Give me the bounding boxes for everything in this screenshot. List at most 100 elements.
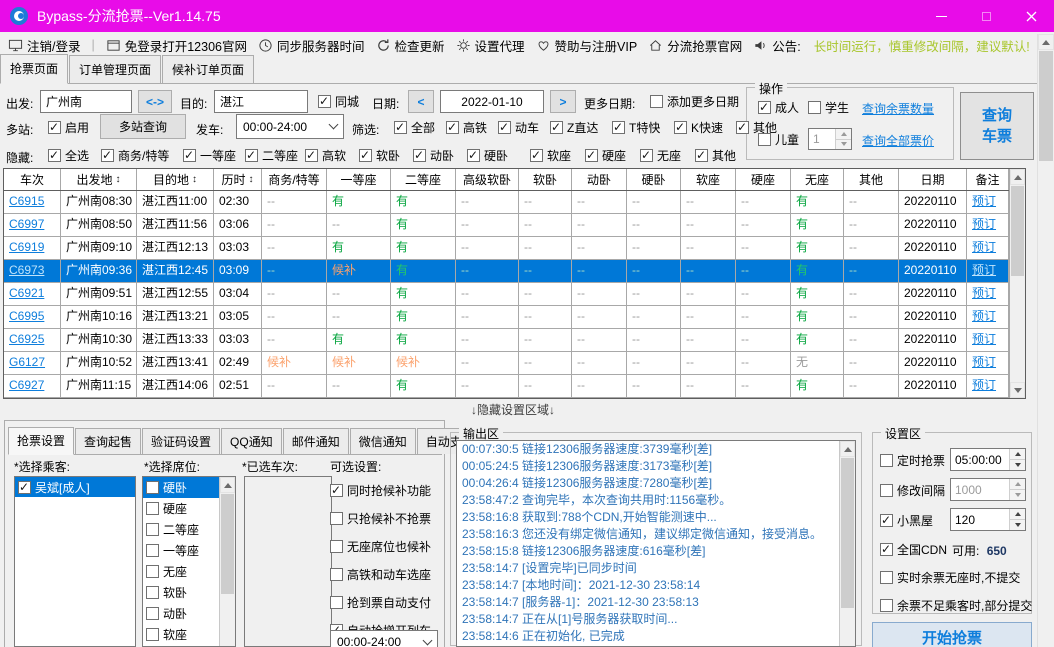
filter-checkbox-全部[interactable]: 全部 [394,119,435,136]
same-city-checkbox[interactable]: 同城 [318,93,359,110]
hide-checkbox-商务/特等[interactable]: 商务/特等 [101,147,169,164]
hide-checkbox-动卧[interactable]: 动卧 [413,147,454,164]
column-header-其他[interactable]: 其他 [844,169,899,190]
train-link[interactable]: G6127 [4,352,61,374]
interval-stepper[interactable]: 1000 [950,478,1026,501]
minimize-button[interactable] [919,0,964,32]
option-checkbox-抢到票自动支付[interactable]: 抢到票自动支付 [330,594,431,611]
tab-查询起售[interactable]: 查询起售 [75,428,141,454]
column-header-硬座[interactable]: 硬座 [736,169,791,190]
menu-item-[interactable]: 分流抢票官网 [648,36,742,55]
timed-grab-checkbox[interactable]: 定时抢票 [880,452,945,469]
table-row[interactable]: C6925广州南10:30湛江西13:3303:03--有有----------… [4,329,1025,352]
add-more-dates-checkbox[interactable]: 添加更多日期 [650,93,739,110]
menu-item-[interactable]: 注销/登录 [8,36,80,55]
book-link[interactable]: 预订 [967,283,1009,305]
hide-checkbox-硬座[interactable]: 硬座 [585,147,626,164]
child-count-stepper[interactable]: 1 [808,128,852,150]
option-time-range-select[interactable]: 00:00-24:00 [330,630,438,647]
passenger-list[interactable]: 吴斌[成人] [14,476,136,647]
adult-checkbox[interactable]: 成人 [758,99,799,116]
seat-item[interactable]: 二等座 [143,519,220,540]
book-link[interactable]: 预订 [967,260,1009,282]
hide-checkbox-软座[interactable]: 软座 [530,147,571,164]
scroll-down-icon[interactable] [1010,382,1025,398]
column-header-二等座[interactable]: 二等座 [391,169,456,190]
seat-item[interactable]: 软卧 [143,582,220,603]
spin-up-icon[interactable] [1010,479,1025,489]
scroll-up-icon[interactable] [840,441,855,457]
spin-down-icon[interactable] [1010,519,1025,530]
seat-checkbox[interactable]: 无座 [146,563,187,580]
book-link[interactable]: 预订 [967,352,1009,374]
train-link[interactable]: C6919 [4,237,61,259]
filter-checkbox-K快速[interactable]: K快速 [674,119,723,136]
seat-item[interactable]: 一等座 [143,540,220,561]
column-header-硬卧[interactable]: 硬卧 [627,169,681,190]
multi-station-enable-checkbox[interactable]: 启用 [48,119,89,136]
hide-checkbox-全选[interactable]: 全选 [48,147,89,164]
column-header-软座[interactable]: 软座 [681,169,736,190]
maximize-button[interactable] [964,0,1009,32]
menu-item-12306[interactable]: 免登录打开12306官网 [106,36,247,55]
hide-checkbox-无座[interactable]: 无座 [640,147,681,164]
column-header-出发地[interactable]: 出发地↕ [61,169,137,190]
scrollbar-thumb[interactable] [221,494,234,594]
multi-station-query-button[interactable]: 多站查询 [100,114,186,139]
tab-抢票设置[interactable]: 抢票设置 [8,427,74,455]
train-link[interactable]: C6927 [4,375,61,397]
column-header-车次[interactable]: 车次 [4,169,61,190]
seat-checkbox[interactable]: 动卧 [146,605,187,622]
query-price-link[interactable]: 查询全部票价 [862,132,934,149]
column-header-商务/特等[interactable]: 商务/特等 [262,169,327,190]
table-row[interactable]: C6927广州南11:15湛江西14:0602:51----有---------… [4,375,1025,398]
train-link[interactable]: C6921 [4,283,61,305]
tab-微信通知[interactable]: 微信通知 [350,428,416,454]
filter-checkbox-其他[interactable]: 其他 [736,119,777,136]
start-grab-button[interactable]: 开始抢票 [872,622,1032,647]
date-input[interactable]: 2022-01-10 [440,90,544,113]
passenger-checkbox[interactable]: 吴斌[成人] [18,479,90,496]
seat-checkbox[interactable]: 软卧 [146,584,187,601]
filter-checkbox-动车[interactable]: 动车 [498,119,539,136]
column-header-软卧[interactable]: 软卧 [519,169,572,190]
hide-checkbox-高软[interactable]: 高软 [305,147,346,164]
seat-item[interactable]: 硬座 [143,498,220,519]
seat-item[interactable]: 动卧 [143,603,220,624]
spin-up-icon[interactable] [1010,449,1025,459]
column-header-动卧[interactable]: 动卧 [572,169,627,190]
seat-checkbox[interactable]: 一等座 [146,542,199,559]
scrollbar-thumb[interactable] [1039,51,1053,161]
filter-checkbox-T特快[interactable]: T特快 [612,119,660,136]
filter-checkbox-高铁[interactable]: 高铁 [446,119,487,136]
column-header-一等座[interactable]: 一等座 [327,169,391,190]
menu-item-[interactable]: 设置代理 [456,36,525,55]
book-link[interactable]: 预订 [967,329,1009,351]
column-header-无座[interactable]: 无座 [791,169,844,190]
book-link[interactable]: 预订 [967,375,1009,397]
seat-list[interactable]: 硬卧硬座二等座一等座无座软卧动卧软座商务座特等座 [142,476,236,647]
filter-checkbox-Z直达[interactable]: Z直达 [550,119,598,136]
table-row[interactable]: C6995广州南10:16湛江西13:2103:05----有---------… [4,306,1025,329]
train-link[interactable]: C6995 [4,306,61,328]
spin-up-icon[interactable] [836,129,851,139]
option-checkbox-同时抢候补功能[interactable]: 同时抢候补功能 [330,482,431,499]
seat-checkbox[interactable]: 硬卧 [146,479,187,496]
blackroom-stepper[interactable]: 120 [950,508,1026,531]
seat-checkbox[interactable]: 软座 [146,626,187,643]
no-seat-no-submit-checkbox[interactable]: 实时余票无座时,不提交 [880,569,1020,586]
tab-候补订单页面[interactable]: 候补订单页面 [162,55,254,83]
menu-item-[interactable]: 公告: [753,36,800,55]
interval-checkbox[interactable]: 修改间隔 [880,482,945,499]
window-scrollbar[interactable] [1037,34,1054,647]
seat-scrollbar[interactable] [219,477,235,646]
table-row[interactable]: G6127广州南10:52湛江西13:4102:49候补候补候补--------… [4,352,1025,375]
table-row[interactable]: C6915广州南08:30湛江西11:0002:30--有有----------… [4,191,1025,214]
scrollbar-thumb[interactable] [841,458,854,608]
next-date-button[interactable]: > [550,90,576,113]
seat-item[interactable]: 硬卧 [143,477,220,498]
book-link[interactable]: 预订 [967,214,1009,236]
hide-checkbox-一等座[interactable]: 一等座 [183,147,236,164]
spin-up-icon[interactable] [1010,509,1025,519]
option-checkbox-只抢候补不抢票[interactable]: 只抢候补不抢票 [330,510,431,527]
